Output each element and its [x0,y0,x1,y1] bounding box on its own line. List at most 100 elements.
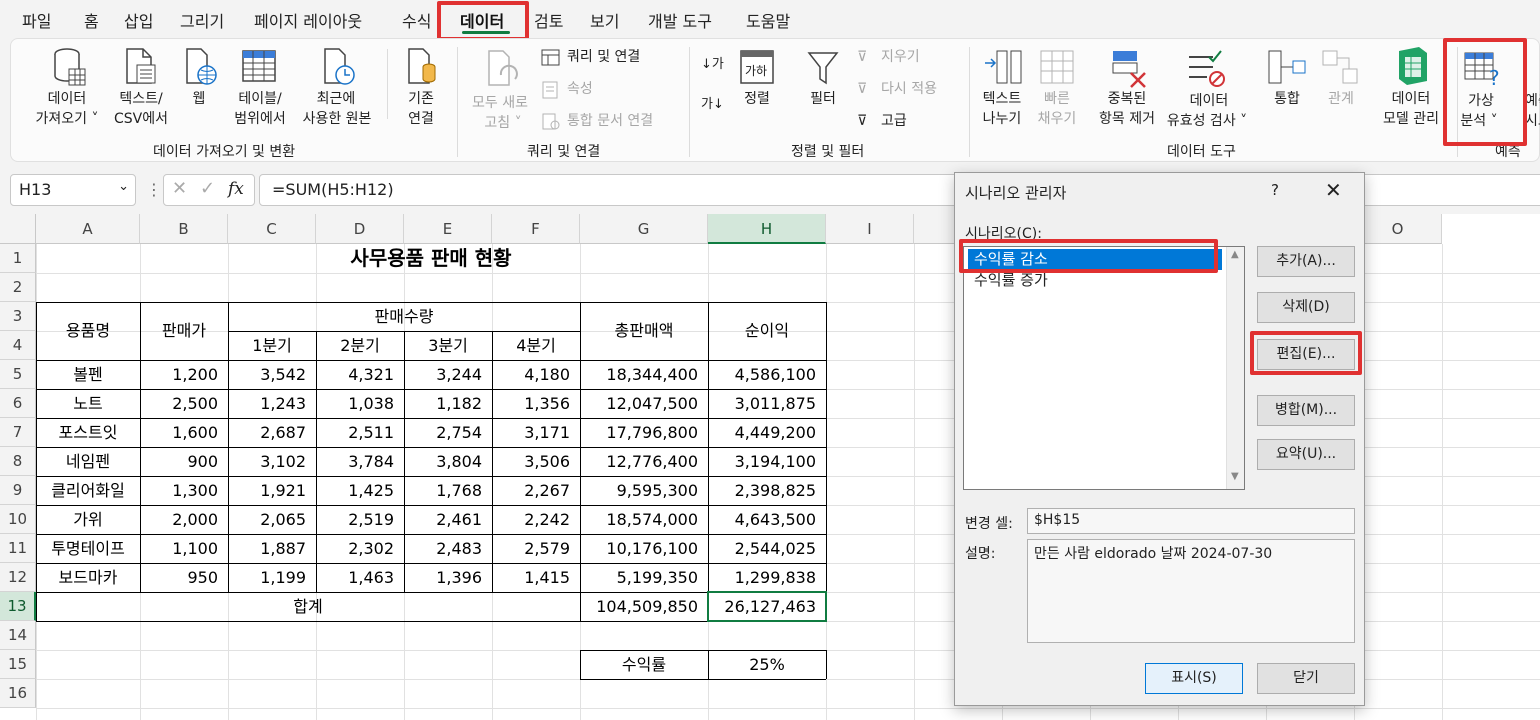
column-header-H[interactable]: H [708,214,826,244]
item-name-cell[interactable]: 포스트잇 [36,418,140,447]
column-header-A[interactable]: A [36,214,140,244]
item-name-cell[interactable]: 노트 [36,389,140,418]
value-cell[interactable]: 17,796,800 [580,418,708,447]
value-cell[interactable]: 18,574,000 [580,505,708,534]
scroll-up-icon[interactable]: ▲ [1231,249,1239,260]
tab-review[interactable]: 검토 [534,8,563,32]
value-cell[interactable]: 1,199 [228,563,316,592]
value-cell[interactable]: 2,687 [228,418,316,447]
value-cell[interactable]: 2,579 [492,534,580,563]
delete-button[interactable]: 삭제(D) [1257,292,1355,323]
header-cell[interactable]: 3분기 [404,331,492,360]
value-cell[interactable]: 3,244 [404,360,492,389]
value-cell[interactable]: 2,483 [404,534,492,563]
tab-insert[interactable]: 삽입 [124,8,153,32]
value-cell[interactable]: 4,449,200 [708,418,826,447]
item-name-cell[interactable]: 클리어화일 [36,476,140,505]
header-cell[interactable]: 4분기 [492,331,580,360]
row-header-13[interactable]: 13 [0,592,36,621]
value-cell[interactable]: 1,356 [492,389,580,418]
value-cell[interactable]: 1,200 [140,360,228,389]
enter-icon[interactable]: ✓ [200,178,215,199]
value-cell[interactable]: 1,182 [404,389,492,418]
summary-button[interactable]: 요약(U)... [1257,439,1355,470]
tab-help[interactable]: 도움말 [746,8,790,32]
select-all-corner[interactable] [0,214,36,244]
row-header-2[interactable]: 2 [0,273,36,302]
row-header-9[interactable]: 9 [0,476,36,505]
help-button[interactable]: ? [1271,181,1279,199]
value-cell[interactable]: 2,461 [404,505,492,534]
value-cell[interactable]: 18,344,400 [580,360,708,389]
scroll-down-icon[interactable]: ▼ [1231,471,1239,482]
value-cell[interactable]: 2,519 [316,505,404,534]
header-cell[interactable]: 판매수량 [228,302,580,331]
column-header-I[interactable]: I [826,214,914,244]
row-header-14[interactable]: 14 [0,621,36,650]
value-cell[interactable]: 1,921 [228,476,316,505]
value-cell[interactable]: 2,544,025 [708,534,826,563]
list-scrollbar[interactable]: ▲ ▼ [1226,247,1244,489]
value-cell[interactable]: 2,065 [228,505,316,534]
tab-page-layout[interactable]: 페이지 레이아웃 [254,8,362,32]
value-cell[interactable]: 10,176,100 [580,534,708,563]
column-header-B[interactable]: B [140,214,228,244]
value-cell[interactable]: 4,180 [492,360,580,389]
tab-developer[interactable]: 개발 도구 [648,8,712,32]
value-cell[interactable]: 9,595,300 [580,476,708,505]
value-cell[interactable]: 3,506 [492,447,580,476]
tab-home[interactable]: 홈 [84,8,99,32]
value-cell[interactable]: 1,600 [140,418,228,447]
column-header-E[interactable]: E [404,214,492,244]
sum-label-cell[interactable]: 합계 [36,592,580,621]
merge-button[interactable]: 병합(M)... [1257,395,1355,426]
value-cell[interactable]: 12,047,500 [580,389,708,418]
item-name-cell[interactable]: 가위 [36,505,140,534]
item-name-cell[interactable]: 보드마카 [36,563,140,592]
item-name-cell[interactable]: 볼펜 [36,360,140,389]
value-cell[interactable]: 3,171 [492,418,580,447]
tab-view[interactable]: 보기 [590,8,619,32]
value-cell[interactable]: 3,102 [228,447,316,476]
add-button[interactable]: 추가(A)... [1257,246,1355,277]
insert-function-icon[interactable]: fx [228,179,244,199]
row-header-4[interactable]: 4 [0,331,36,360]
sheet-title[interactable]: 사무용품 판매 현황 [36,244,826,273]
close-button[interactable]: 닫기 [1257,663,1355,694]
row-header-10[interactable]: 10 [0,505,36,534]
value-cell[interactable]: 2,000 [140,505,228,534]
header-cell[interactable]: 2분기 [316,331,404,360]
rate-value-cell[interactable]: 25% [708,650,826,679]
value-cell[interactable]: 3,011,875 [708,389,826,418]
header-cell[interactable]: 1분기 [228,331,316,360]
value-cell[interactable]: 1,396 [404,563,492,592]
header-cell[interactable]: 판매가 [140,302,228,360]
tab-draw[interactable]: 그리기 [180,8,224,32]
row-header-12[interactable]: 12 [0,563,36,592]
row-header-15[interactable]: 15 [0,650,36,679]
header-cell[interactable]: 순이익 [708,302,826,360]
name-box[interactable]: H13 ⌄ [10,174,136,206]
value-cell[interactable]: 1,100 [140,534,228,563]
value-cell[interactable]: 2,267 [492,476,580,505]
item-name-cell[interactable]: 투명테이프 [36,534,140,563]
tab-formulas[interactable]: 수식 [402,8,431,32]
value-cell[interactable]: 3,542 [228,360,316,389]
row-header-1[interactable]: 1 [0,244,36,273]
close-icon[interactable]: ✕ [1325,178,1342,202]
row-header-5[interactable]: 5 [0,360,36,389]
value-cell[interactable]: 4,643,500 [708,505,826,534]
value-cell[interactable]: 5,199,350 [580,563,708,592]
value-cell[interactable]: 1,768 [404,476,492,505]
value-cell[interactable]: 2,302 [316,534,404,563]
value-cell[interactable]: 12,776,400 [580,447,708,476]
column-header-D[interactable]: D [316,214,404,244]
value-cell[interactable]: 4,321 [316,360,404,389]
row-header-8[interactable]: 8 [0,447,36,476]
value-cell[interactable]: 2,242 [492,505,580,534]
scenario-list[interactable]: 수익률 감소 수익률 증가 ▲ ▼ [963,246,1245,490]
value-cell[interactable]: 900 [140,447,228,476]
value-cell[interactable]: 2,398,825 [708,476,826,505]
row-header-3[interactable]: 3 [0,302,36,331]
row-header-11[interactable]: 11 [0,534,36,563]
